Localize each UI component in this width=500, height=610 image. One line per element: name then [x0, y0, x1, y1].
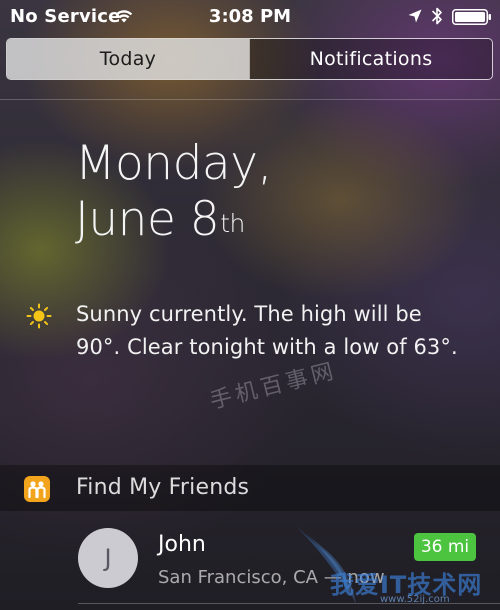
tab-today[interactable]: Today: [7, 39, 249, 79]
today-date: Monday, June 8th: [75, 136, 272, 248]
weather-text: Sunny currently. The high will be 90°. C…: [76, 302, 458, 359]
friend-name: John: [158, 532, 206, 557]
location-arrow-icon: [408, 9, 422, 23]
date-weekday: Monday,: [75, 136, 272, 191]
tab-notifications[interactable]: Notifications: [249, 39, 492, 79]
sun-icon: [26, 303, 52, 329]
date-main: June 8: [75, 192, 220, 247]
find-my-friends-header[interactable]: Find My Friends: [0, 465, 500, 511]
status-time: 3:08 PM: [208, 6, 292, 27]
status-bar: No Service 3:08 PM: [0, 0, 500, 34]
distance-badge: 36 mi: [414, 533, 476, 561]
bluetooth-icon: [432, 7, 442, 25]
friend-avatar: J: [78, 528, 138, 588]
find-my-friends-title: Find My Friends: [76, 475, 250, 500]
date-day-line: June 8th: [75, 192, 272, 248]
view-segmented-control: Today Notifications: [6, 38, 493, 80]
header-divider: [0, 99, 500, 100]
battery-icon: [452, 9, 491, 25]
date-ordinal-suffix: th: [220, 209, 245, 238]
notification-center: No Service 3:08 PM Today Notifications M…: [0, 0, 500, 610]
find-my-friends-icon: [24, 476, 50, 502]
watermark-52ij-url: www.52ij.com: [380, 594, 450, 605]
